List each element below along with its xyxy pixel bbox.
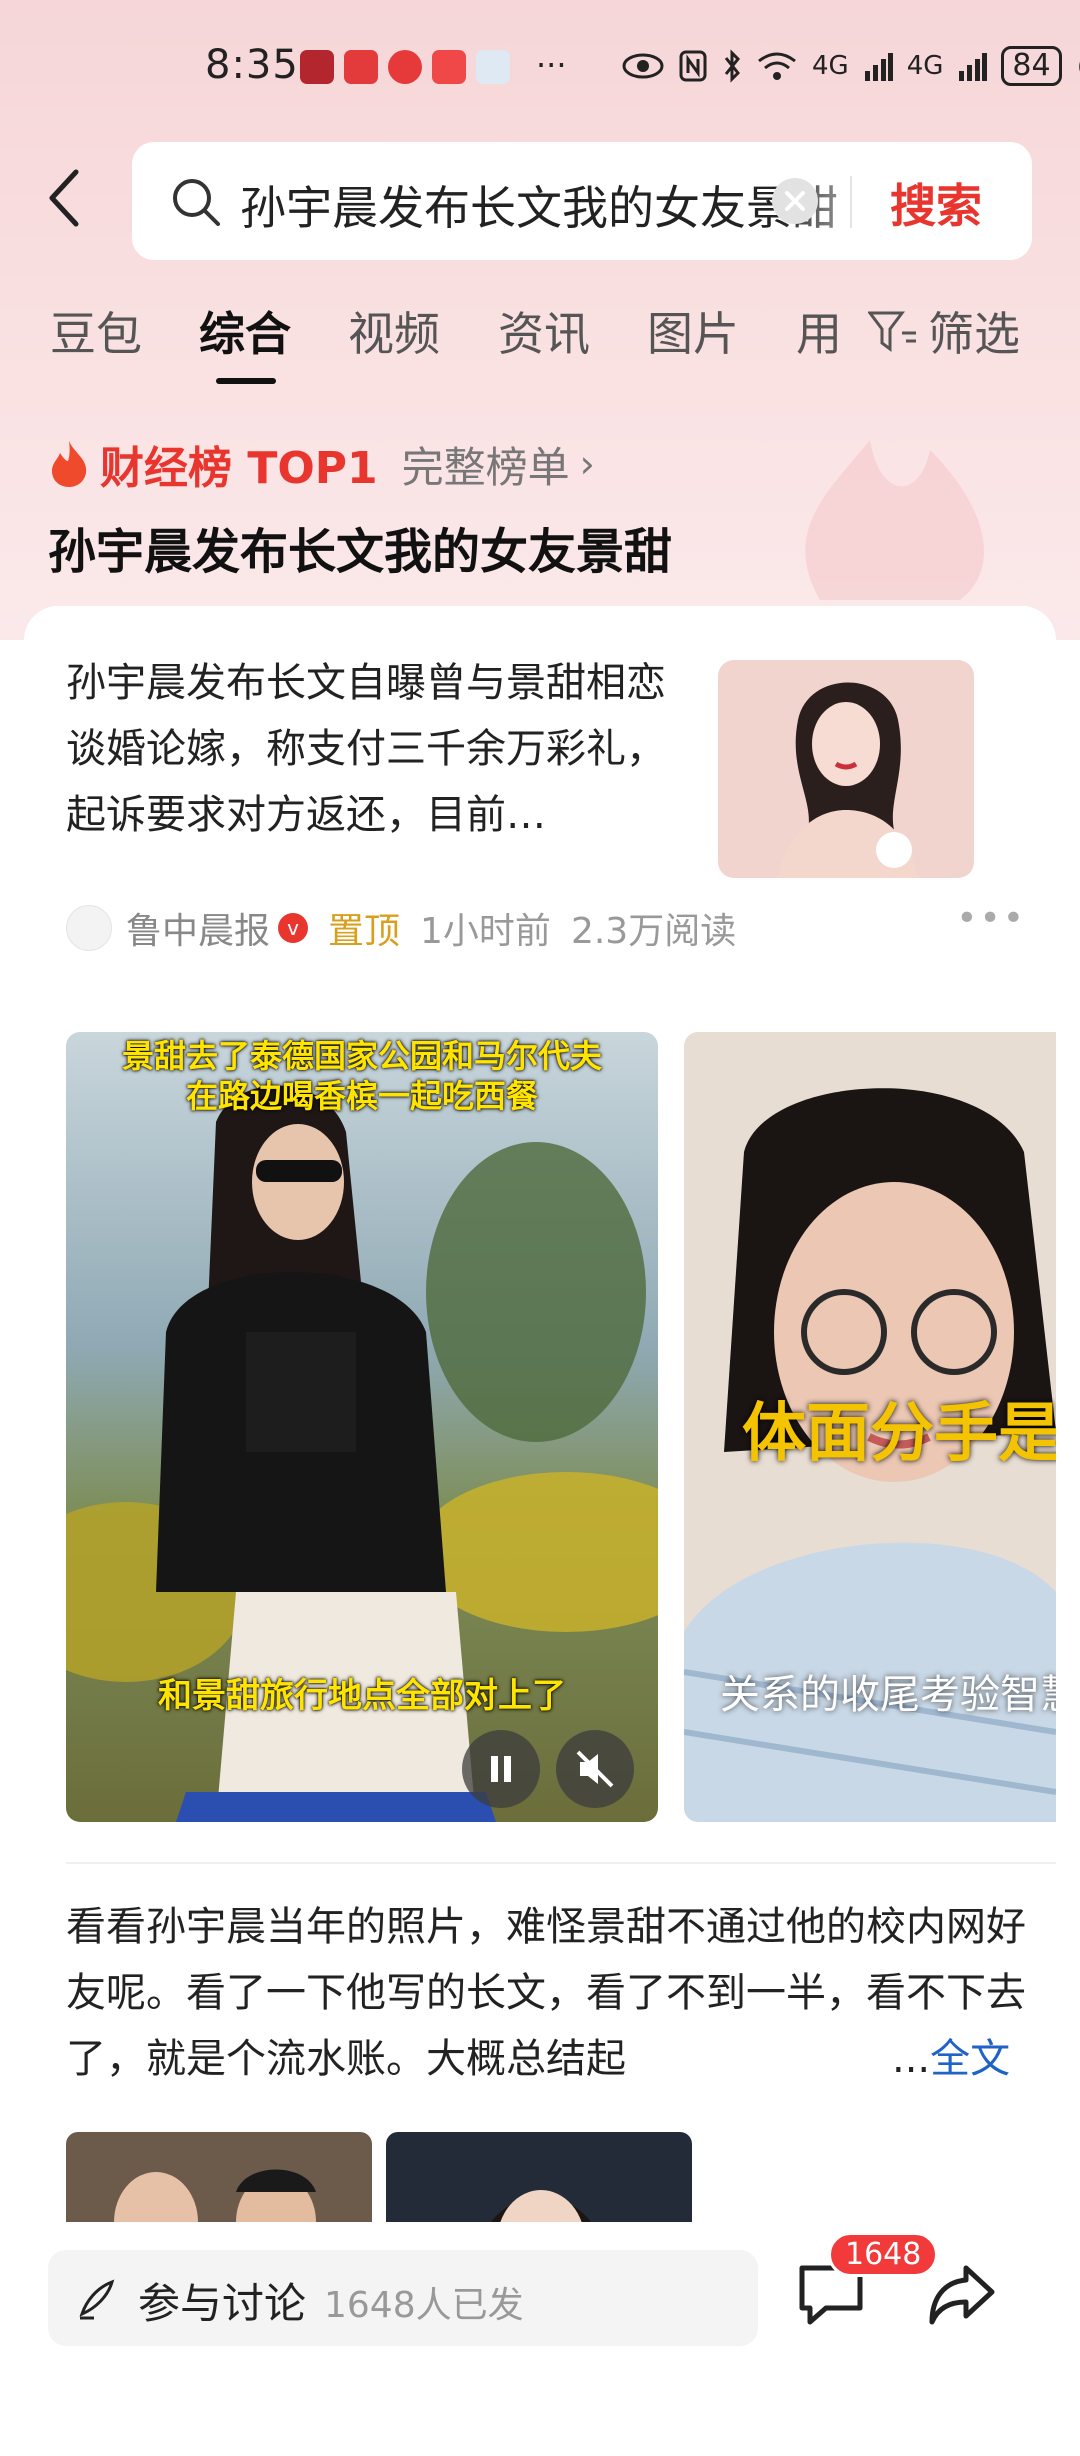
muted-speaker-icon	[576, 1750, 614, 1788]
pen-icon	[79, 2279, 115, 2320]
filter-label: 筛选	[928, 307, 1020, 361]
search-box[interactable]: 孙宇晨发布长文我的女友景甜 搜索	[132, 142, 1032, 260]
more-options-icon[interactable]: •••	[956, 898, 1026, 939]
section-divider	[66, 1862, 1056, 1864]
camera-notification-icon	[388, 50, 422, 84]
tab-news[interactable]: 资讯	[498, 298, 590, 364]
weather-notification-icon	[476, 50, 510, 84]
source-logo	[66, 905, 112, 951]
news-source[interactable]: 鲁中晨报	[126, 902, 270, 954]
join-discussion-input[interactable]: 参与讨论 1648人已发	[48, 2250, 758, 2346]
search-icon	[173, 179, 220, 226]
news-thumbnail[interactable]	[718, 660, 974, 878]
video-2-caption: 关系的收尾考验智慧	[720, 1672, 1056, 1718]
battery-indicator: 84	[1001, 46, 1062, 86]
network-4g-label: 4G	[812, 51, 849, 81]
status-time: 8:35	[205, 42, 299, 88]
join-discussion-label: 参与讨论	[138, 2279, 307, 2328]
filter-button[interactable]: 筛选	[868, 298, 1020, 364]
hot-list-label: 财经榜 TOP1	[100, 443, 378, 494]
fire-icon	[52, 441, 87, 487]
pinned-badge: 置顶	[328, 911, 401, 952]
system-icons: 4G 4G 84	[622, 46, 1080, 86]
hot-list-row[interactable]: 财经榜 TOP1 完整榜单 ›	[48, 432, 595, 496]
tab-video[interactable]: 视频	[348, 298, 440, 364]
full-text-label: 全文	[930, 2036, 1011, 2082]
tab-doubao[interactable]: 豆包	[50, 298, 142, 364]
news-meta: 鲁中晨报 v 置顶 1小时前 2.3万阅读 •••	[66, 898, 1056, 958]
video-caption-line-2: 在路边喝香槟一起吃西餐	[185, 1077, 538, 1115]
news-time: 1小时前	[420, 911, 551, 952]
verified-icon: v	[278, 913, 309, 943]
post-text[interactable]: 看看孙宇晨当年的照片，难怪景甜不通过他的校内网好友呢。看了一下他写的长文，看了不…	[66, 1894, 1026, 2092]
result-card: 孙宇晨发布长文自曝曾与景甜相恋谈婚论嫁，称支付三千余万彩礼，起诉要求对方返还，目…	[24, 606, 1056, 2456]
video-caption-middle: 和景甜旅行地点全部对上了	[158, 1676, 566, 1716]
network-4g-label-2: 4G	[906, 51, 944, 81]
news-summary[interactable]: 孙宇晨发布长文自曝曾与景甜相恋谈婚论嫁，称支付三千余万彩礼，起诉要求对方返还，目…	[66, 650, 666, 848]
video-caption-top: 景甜去了泰德国家公园和马尔代夫 在路边喝香槟一起吃西餐	[66, 1036, 658, 1116]
eye-icon	[622, 53, 664, 79]
more-notifications: ···	[536, 46, 567, 84]
back-arrow-icon[interactable]	[44, 168, 84, 228]
bluetooth-icon	[724, 49, 741, 83]
app-notification-icon	[300, 50, 334, 84]
full-list-link[interactable]: 完整榜单	[402, 434, 570, 495]
chevron-right-icon: ›	[579, 442, 595, 486]
toutiao-notification-icon	[344, 50, 378, 84]
video-caption-line-1: 景甜去了泰德国家公园和马尔代夫	[121, 1037, 602, 1075]
wifi-icon	[758, 52, 796, 80]
video-card-2[interactable]: 体面分手是 关系的收尾考验智慧	[684, 1032, 1056, 1822]
ellipsis: ...	[892, 2036, 931, 2082]
status-bar: 8:35 ··· 4G 4G 84	[0, 40, 1080, 100]
search-divider	[850, 176, 852, 228]
notification-icons	[300, 50, 510, 84]
bottom-bar: 参与讨论 1648人已发 1648	[0, 2222, 1080, 2376]
pause-icon	[491, 1756, 511, 1782]
clear-icon[interactable]	[772, 178, 818, 224]
mute-button[interactable]	[556, 1730, 634, 1808]
share-icon[interactable]	[926, 2258, 998, 2330]
signal-icon-2	[959, 53, 988, 81]
pause-button[interactable]	[462, 1730, 540, 1808]
tab-all[interactable]: 综合	[199, 298, 291, 364]
tv-notification-icon	[432, 50, 466, 84]
hot-topic-title[interactable]: 孙宇晨发布长文我的女友景甜	[48, 512, 672, 582]
search-button[interactable]: 搜索	[890, 170, 982, 236]
flame-decoration-icon	[805, 440, 984, 600]
comment-count-badge: 1648	[828, 2232, 939, 2277]
video-card-1[interactable]: 景甜去了泰德国家公园和马尔代夫 在路边喝香槟一起吃西餐 和景甜旅行地点全部对上了	[66, 1032, 658, 1822]
nfc-icon	[679, 50, 707, 82]
video-2-caption-large: 体面分手是	[742, 1397, 1056, 1471]
signal-icon	[864, 53, 893, 81]
discussion-count: 1648人已发	[324, 2285, 524, 2326]
active-tab-indicator	[216, 378, 276, 384]
full-text-link[interactable]: ...全文	[892, 2026, 1010, 2092]
tab-images[interactable]: 图片	[647, 298, 739, 364]
leaf-icon	[1078, 60, 1080, 73]
news-reads: 2.3万阅读	[570, 911, 737, 952]
tab-users[interactable]: 用	[796, 298, 842, 364]
filter-icon	[868, 311, 916, 352]
